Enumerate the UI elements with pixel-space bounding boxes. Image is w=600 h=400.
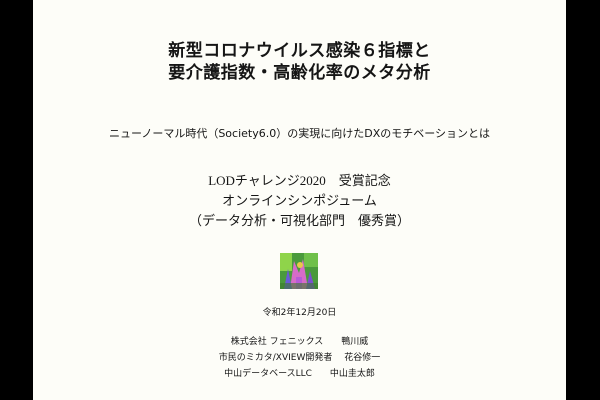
slide-title: 新型コロナウイルス感染６指標と 要介護指数・高齢化率のメタ分析 xyxy=(33,40,566,84)
presentation-slide: 新型コロナウイルス感染６指標と 要介護指数・高齢化率のメタ分析 ニューノーマル時… xyxy=(33,0,566,400)
author-line-2: 市民のミカタ/XVIEW開発者 花谷修一 xyxy=(218,353,381,363)
authors-block: 株式会社 フェニックス 鴨川威 市民のミカタ/XVIEW開発者 花谷修一 中山デ… xyxy=(33,334,566,382)
award-line-1: LODチャレンジ2020 受賞記念 xyxy=(208,173,391,188)
award-line-3: （データ分析・可視化部門 優秀賞） xyxy=(188,213,410,228)
author-line-3: 中山データベースLLC 中山圭太郎 xyxy=(224,369,375,379)
award-line-2: オンラインシンポジューム xyxy=(222,193,377,208)
author-line-1: 株式会社 フェニックス 鴨川威 xyxy=(230,337,369,347)
video-frame: 新型コロナウイルス感染６指標と 要介護指数・高齢化率のメタ分析 ニューノーマル時… xyxy=(0,0,600,400)
colorful-abstract-logo-icon xyxy=(280,253,318,289)
slide-date: 令和2年12月20日 xyxy=(262,308,337,318)
title-line-2: 要介護指数・高齢化率のメタ分析 xyxy=(168,63,431,83)
title-line-1: 新型コロナウイルス感染６指標と xyxy=(168,41,431,61)
award-block: LODチャレンジ2020 受賞記念 オンラインシンポジューム （データ分析・可視… xyxy=(33,171,566,231)
slide-subtitle: ニューノーマル時代（Society6.0）の実現に向けたDXのモチベーションとは xyxy=(108,127,491,140)
